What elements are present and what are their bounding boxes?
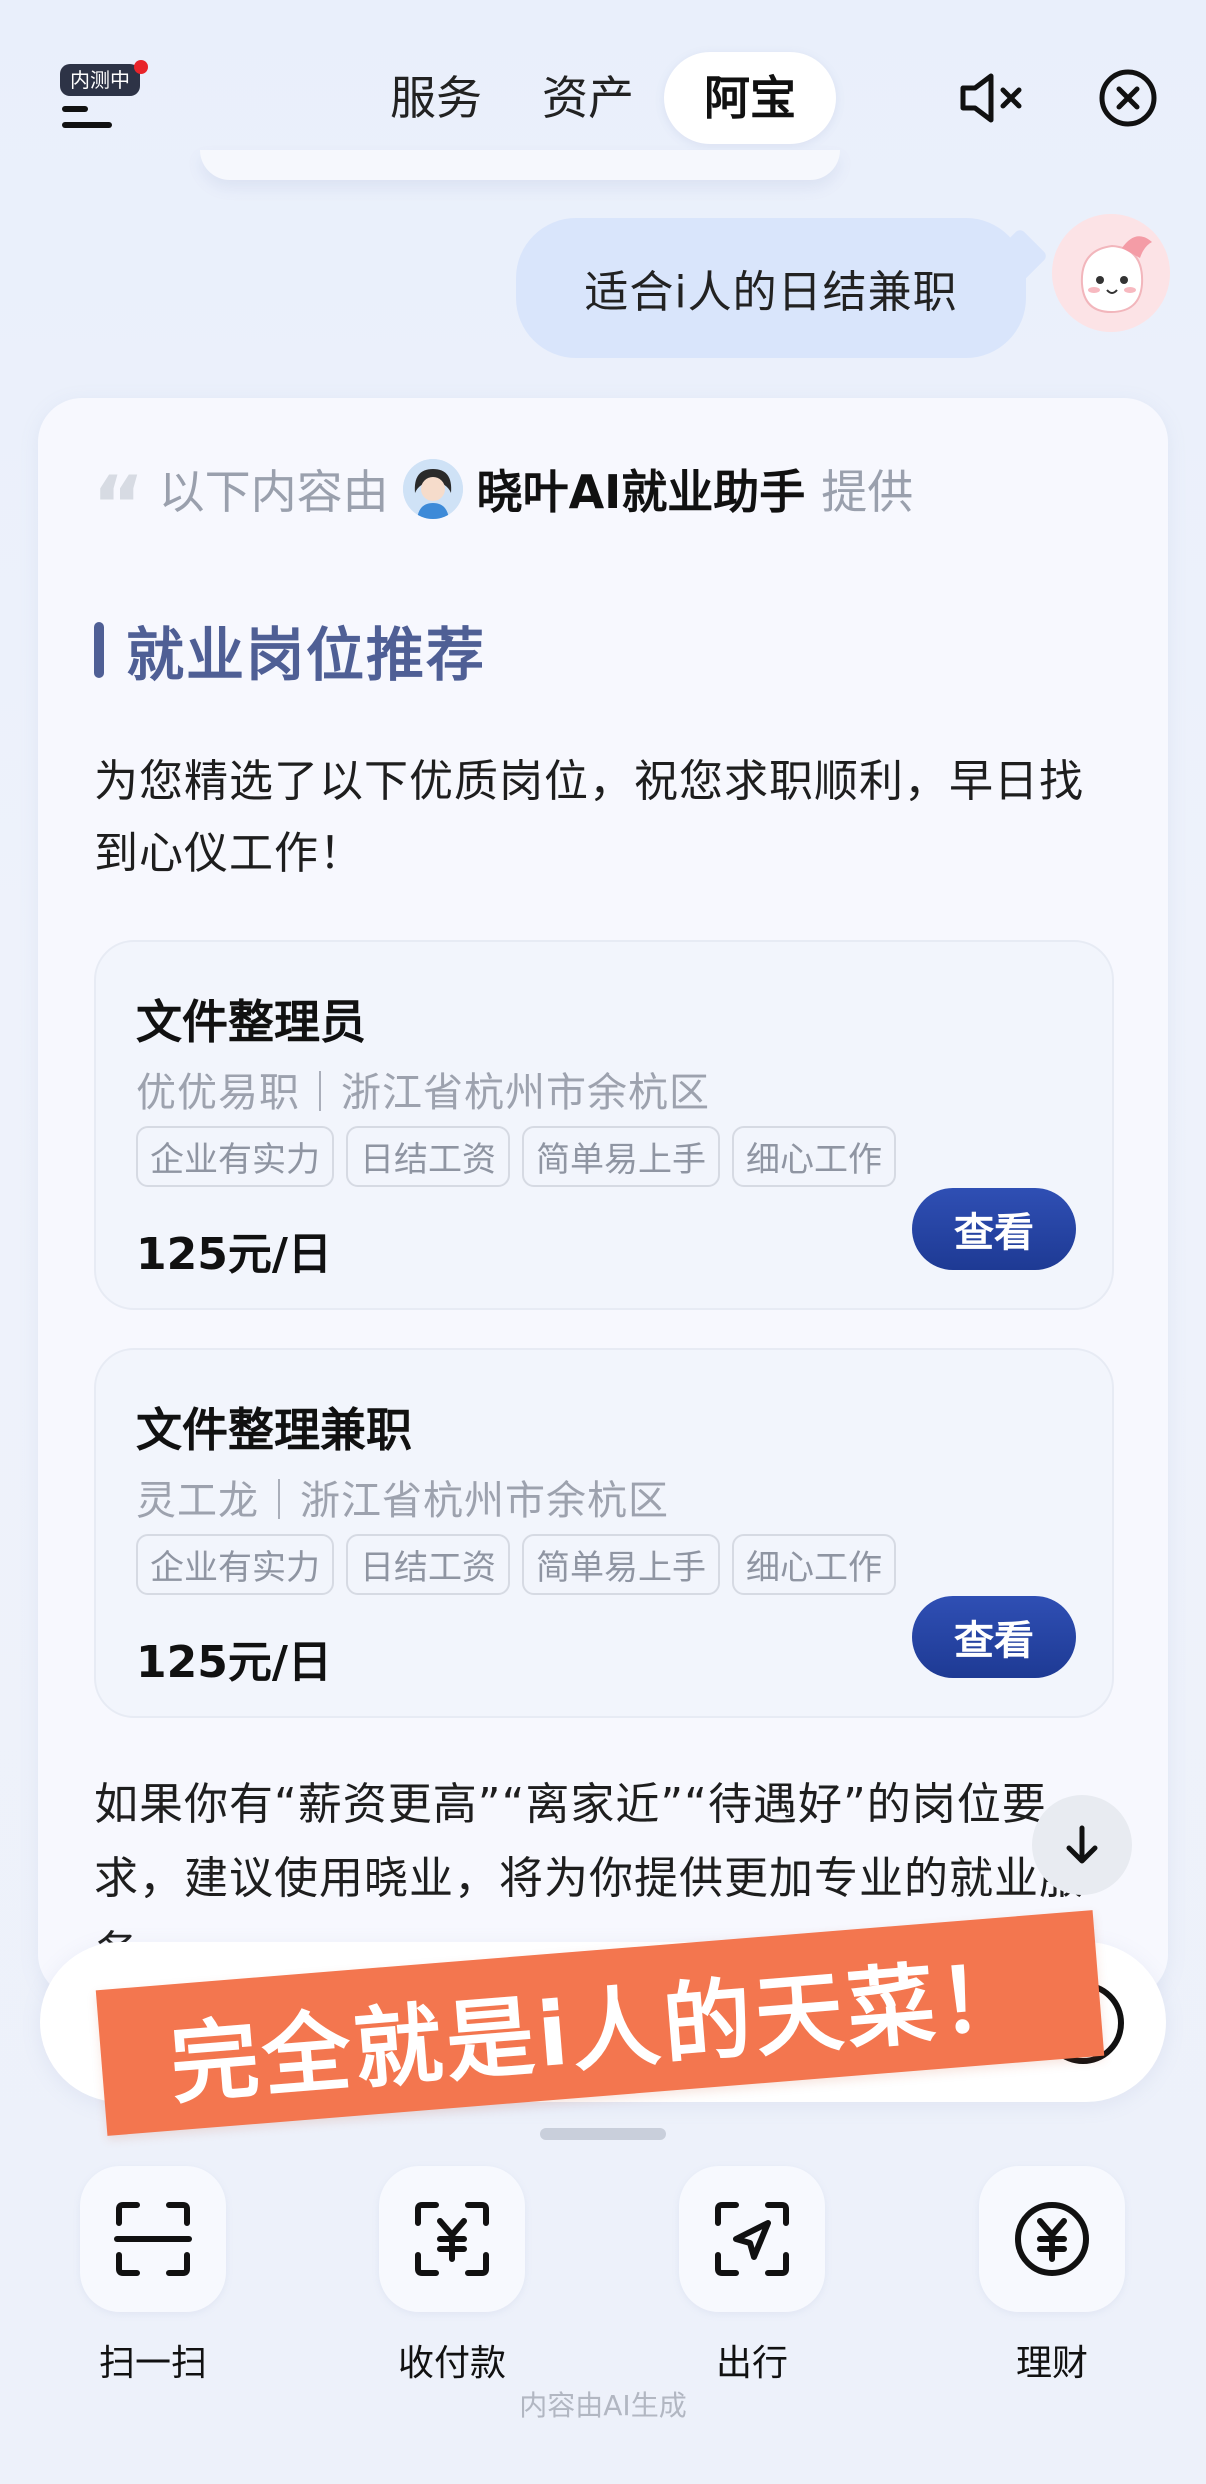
job-tag: 简单易上手 <box>522 1534 720 1595</box>
quick-action-label: 理财 <box>1015 2343 1088 2384</box>
provider-line: “ 以下内容由 晓叶AI就业助手 提供 <box>92 456 914 552</box>
close-icon[interactable] <box>1090 60 1166 136</box>
tab-abao[interactable]: 阿宝 <box>664 52 836 144</box>
job-title: 文件整理员 <box>136 995 366 1049</box>
assistant-avatar <box>402 459 463 519</box>
finance-icon <box>1015 2202 1089 2276</box>
job-meta: 灵工龙｜浙江省杭州市余杭区 <box>136 1478 669 1524</box>
menu-icon <box>62 106 112 138</box>
scan-icon <box>114 2202 192 2276</box>
ai-disclaimer: 内容由AI生成 <box>519 2389 687 2422</box>
job-tag: 企业有实力 <box>136 1126 334 1187</box>
job-tags: 企业有实力 日结工资 简单易上手 细心工作 <box>136 1534 896 1595</box>
job-tag: 日结工资 <box>346 1126 510 1187</box>
quick-action-payment[interactable]: 收付款 <box>372 2166 532 2386</box>
job-tag: 细心工作 <box>732 1126 896 1187</box>
beta-badge: 内测中 <box>60 64 140 96</box>
payment-icon <box>415 2202 489 2276</box>
section-title-text: 就业岗位推荐 <box>126 621 487 689</box>
job-tag: 细心工作 <box>732 1534 896 1595</box>
user-message-text: 适合i人的日结兼职 <box>584 267 958 318</box>
job-tag: 简单易上手 <box>522 1126 720 1187</box>
job-salary: 125元/日 <box>136 1637 332 1688</box>
arrow-down-icon <box>1066 1825 1098 1864</box>
menu-button[interactable]: 内测中 <box>56 60 148 140</box>
scroll-down-button[interactable] <box>1032 1795 1132 1895</box>
intro-text: 为您精选了以下优质岗位，祝您求职顺利，早日找到心仪工作！ <box>94 756 1084 879</box>
quote-icon: “ <box>92 459 145 552</box>
job-meta: 优优易职｜浙江省杭州市余杭区 <box>136 1070 710 1116</box>
previous-card-edge <box>200 150 840 180</box>
quick-action-scan[interactable]: 扫一扫 <box>73 2166 233 2386</box>
job-card[interactable]: 文件整理兼职 灵工龙｜浙江省杭州市余杭区 企业有实力 日结工资 简单易上手 细心… <box>94 1348 1114 1718</box>
quick-actions: 扫一扫 收付款 出行 理财 <box>0 2166 1206 2384</box>
user-message-bubble: 适合i人的日结兼职 <box>516 218 1049 358</box>
quick-action-label: 收付款 <box>397 2343 506 2384</box>
job-tags: 企业有实力 日结工资 简单易上手 细心工作 <box>136 1126 896 1187</box>
job-card[interactable]: 文件整理员 优优易职｜浙江省杭州市余杭区 企业有实力 日结工资 简单易上手 细心… <box>94 940 1114 1310</box>
job-tag: 企业有实力 <box>136 1534 334 1595</box>
job-tag: 日结工资 <box>346 1534 510 1595</box>
travel-icon <box>715 2202 789 2276</box>
drag-handle[interactable] <box>540 2128 666 2140</box>
assistant-answer-card: “ 以下内容由 晓叶AI就业助手 提供 就业岗位推荐 为您精选了以下优质岗位，祝… <box>38 398 1168 1998</box>
notification-dot <box>134 60 148 74</box>
mute-icon[interactable] <box>954 60 1030 136</box>
user-avatar[interactable] <box>1052 214 1170 332</box>
quick-action-label: 出行 <box>715 2343 788 2384</box>
quick-action-label: 扫一扫 <box>98 2343 207 2384</box>
view-job-button[interactable]: 查看 <box>912 1188 1076 1270</box>
job-salary: 125元/日 <box>136 1229 332 1280</box>
provider-suffix: 提供 <box>821 465 914 519</box>
provider-prefix: 以下内容由 <box>158 465 389 519</box>
provider-name[interactable]: 晓叶AI就业助手 <box>477 456 806 522</box>
main-tabs: 服务 资产 阿宝 <box>360 52 836 144</box>
tab-assets[interactable]: 资产 <box>512 52 664 144</box>
view-job-button[interactable]: 查看 <box>912 1596 1076 1678</box>
job-title: 文件整理兼职 <box>136 1403 412 1457</box>
quick-action-travel[interactable]: 出行 <box>672 2166 832 2386</box>
section-title: 就业岗位推荐 <box>94 608 486 692</box>
quick-action-finance[interactable]: 理财 <box>972 2166 1132 2386</box>
tab-service[interactable]: 服务 <box>360 52 512 144</box>
